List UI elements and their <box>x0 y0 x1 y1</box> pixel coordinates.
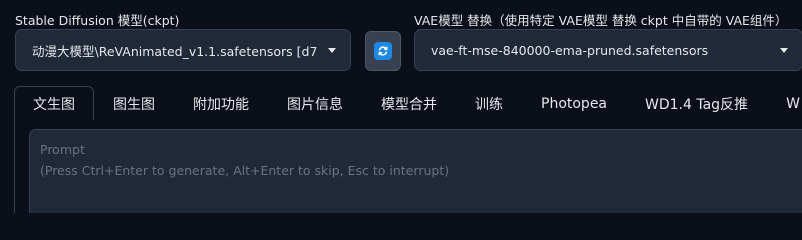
prompt-label: Prompt <box>40 142 85 157</box>
refresh-icon <box>374 42 392 60</box>
tab-png-info[interactable]: 图片信息 <box>268 86 362 120</box>
model-select[interactable]: 动漫大模型\ReVAnimated_v1.1.safetensors [d7 <box>15 29 351 71</box>
tab-overflow[interactable]: W <box>767 86 802 120</box>
tab-train[interactable]: 训练 <box>456 86 522 120</box>
vae-select-value: vae-ft-mse-840000-ema-pruned.safetensors <box>431 42 709 58</box>
prompt-input[interactable]: Prompt (Press Ctrl+Enter to generate, Al… <box>29 129 802 213</box>
tab-checkpoint-merger[interactable]: 模型合并 <box>362 86 456 120</box>
tab-wd14-tagger[interactable]: WD1.4 Tag反推 <box>626 86 767 120</box>
refresh-models-button[interactable] <box>365 31 401 71</box>
vae-selector-label: VAE模型 替换（使用特定 VAE模型 替换 ckpt 中自带的 VAE组件） <box>414 13 788 28</box>
tab-txt2img[interactable]: 文生图 <box>14 86 94 120</box>
vae-select[interactable]: vae-ft-mse-840000-ema-pruned.safetensors <box>414 29 802 71</box>
chevron-down-icon <box>328 47 336 53</box>
tab-extras[interactable]: 附加功能 <box>174 86 268 120</box>
model-selector-label: Stable Diffusion 模型(ckpt) <box>15 13 180 28</box>
tab-bar: 文生图 图生图 附加功能 图片信息 模型合并 训练 Photopea WD1.4… <box>14 86 802 120</box>
tab-img2img[interactable]: 图生图 <box>94 86 174 120</box>
prompt-placeholder: (Press Ctrl+Enter to generate, Alt+Enter… <box>40 163 450 178</box>
webui-header: Stable Diffusion 模型(ckpt) 动漫大模型\ReVAnima… <box>0 0 802 213</box>
chevron-down-icon <box>780 47 788 53</box>
model-select-value: 动漫大模型\ReVAnimated_v1.1.safetensors [d7 <box>32 43 318 59</box>
tab-photopea[interactable]: Photopea <box>522 86 626 120</box>
